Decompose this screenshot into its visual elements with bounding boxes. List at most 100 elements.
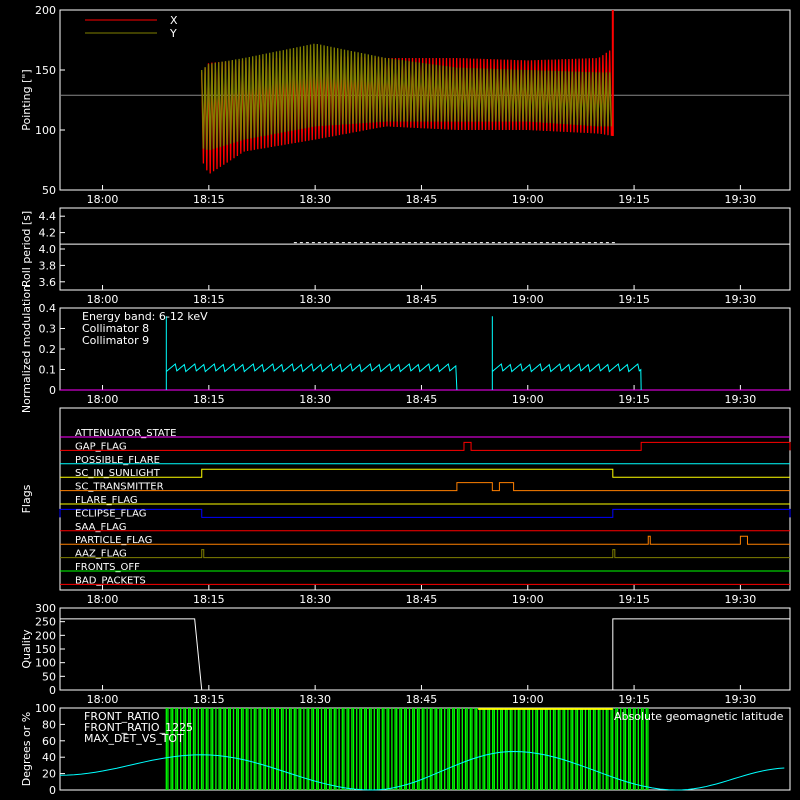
x-tick-label: 18:45: [406, 593, 438, 606]
flag-label: SC_TRANSMITTER: [75, 482, 164, 493]
x-tick-label: 18:15: [193, 393, 225, 406]
flag-label: SAA_FLAG: [75, 522, 126, 533]
x-tick-label: 18:45: [406, 293, 438, 306]
x-tick-label: 19:15: [618, 593, 650, 606]
x-tick-label: 18:15: [193, 293, 225, 306]
flag-label: FRONTS_OFF: [75, 562, 140, 573]
y-tick-label: 3.6: [39, 276, 57, 289]
y-tick-label: 0: [49, 384, 56, 397]
y-axis-label: Degrees or %: [20, 712, 33, 786]
flag-line: [60, 468, 790, 478]
x-tick-label: 19:00: [512, 693, 544, 706]
y-tick-label: 0.2: [39, 343, 57, 356]
legend-label: X: [170, 14, 178, 27]
roll-period-panel: 18:00 18:15 18:30 18:45 19:00 19:15 19:30 Roll …: [20, 207, 791, 306]
flags-panel: 18:00 18:15 18:30 18:45 19:00 19:15 19:30 Flags…: [20, 407, 791, 606]
x-tick-label: 18:30: [299, 293, 331, 306]
degrees-panel: Degrees or %020406080100FRONT_RATIOFRONT…: [20, 702, 791, 797]
legend-label: Absolute geomagnetic latitude: [614, 710, 784, 723]
flag-label: POSSIBLE_FLARE: [75, 455, 160, 466]
y-tick-label: 300: [35, 602, 56, 615]
x-tick-label: 18:00: [87, 393, 119, 406]
flag-label: SC_IN_SUNLIGHT: [75, 468, 161, 479]
y-tick-label: 100: [35, 702, 56, 715]
flag-line: [60, 549, 790, 559]
y-axis-label: Quality: [20, 629, 33, 669]
flag-label: AAZ_FLAG: [75, 549, 127, 560]
flag-line: [60, 441, 791, 451]
y-axis-label: Roll period [s]: [20, 211, 33, 287]
x-tick-label: 18:30: [299, 393, 331, 406]
pointing-panel: 18:00 18:15 18:30 18:45 19:00 19:15 19:30 Point…: [20, 4, 791, 206]
y-tick-label: 0: [49, 784, 56, 797]
flag-line: [59, 508, 791, 518]
flag-label: BAD_PACKETS: [75, 575, 146, 586]
x-tick-label: 19:00: [512, 393, 544, 406]
y-tick-label: 250: [35, 616, 56, 629]
flag-label: ATTENUATOR_STATE: [75, 428, 176, 439]
x-tick-label: 18:00: [87, 593, 119, 606]
x-tick-label: 19:30: [725, 693, 757, 706]
y-tick-label: 0.3: [39, 323, 57, 336]
legend-label: MAX_DET_VS_TOT: [84, 732, 184, 745]
legend-label: Collimator 9: [82, 334, 149, 347]
x-tick-label: 18:15: [193, 693, 225, 706]
x-tick-label: 18:00: [87, 293, 119, 306]
y-tick-label: 0.1: [39, 364, 57, 377]
x-tick-label: 19:30: [725, 193, 757, 206]
x-tick-label: 18:30: [299, 593, 331, 606]
flag-label: PARTICLE_FLAG: [75, 535, 152, 546]
x-tick-label: 18:30: [299, 193, 331, 206]
y-tick-label: 150: [35, 64, 56, 77]
flag-label: GAP_FLAG: [75, 441, 127, 452]
x-tick-label: 18:15: [193, 593, 225, 606]
x-tick-label: 18:00: [87, 193, 119, 206]
y-tick-label: 100: [35, 124, 56, 137]
y-tick-label: 50: [42, 184, 56, 197]
y-axis-label: Flags: [20, 484, 33, 513]
x-tick-label: 19:15: [618, 393, 650, 406]
y-tick-label: 150: [35, 643, 56, 656]
flag-line: [60, 482, 790, 492]
x-tick-label: 19:30: [725, 293, 757, 306]
y-tick-label: 60: [42, 735, 56, 748]
y-tick-label: 40: [42, 751, 56, 764]
y-tick-label: 0: [49, 684, 56, 697]
y-tick-label: 200: [35, 629, 56, 642]
y-axis-label: Normalized modulation: [20, 285, 33, 413]
y-tick-label: 20: [42, 768, 56, 781]
x-tick-label: 18:00: [87, 693, 119, 706]
x-tick-label: 19:15: [618, 293, 650, 306]
x-tick-label: 18:15: [193, 193, 225, 206]
x-tick-label: 18:30: [299, 693, 331, 706]
x-tick-label: 18:45: [406, 193, 438, 206]
x-tick-label: 19:30: [725, 593, 757, 606]
y-tick-label: 80: [42, 718, 56, 731]
y-tick-label: 4.0: [39, 243, 57, 256]
pointing-series-y: [201, 43, 613, 151]
y-tick-label: 4.2: [39, 227, 57, 240]
x-tick-label: 19:15: [618, 193, 650, 206]
x-tick-label: 19:00: [512, 593, 544, 606]
x-tick-label: 18:45: [406, 693, 438, 706]
plot-frame: [59, 207, 791, 291]
y-tick-label: 0.4: [39, 302, 57, 315]
x-tick-label: 19:15: [618, 693, 650, 706]
quality-panel: 18:00 18:15 18:30 18:45 19:00 19:15 19:30 Quali…: [20, 602, 791, 706]
chart-canvas: 18:00 18:15 18:30 18:45 19:00 19:15 19:30 Point…: [20, 4, 791, 797]
x-tick-label: 19:00: [512, 193, 544, 206]
flag-label: FLARE_FLAG: [75, 495, 138, 506]
y-tick-label: 3.8: [39, 259, 57, 272]
legend-label: Y: [169, 27, 177, 40]
y-tick-label: 200: [35, 4, 56, 17]
y-axis-label: Pointing ["]: [20, 69, 33, 130]
plot-frame: [59, 607, 791, 691]
collimator8-segment: [491, 316, 642, 391]
x-tick-label: 18:45: [406, 393, 438, 406]
collimator8-segment: [165, 316, 458, 391]
flag-line: [60, 535, 790, 545]
flag-label: ECLIPSE_FLAG: [75, 508, 146, 519]
quality-line: [60, 618, 790, 691]
y-tick-label: 50: [42, 670, 56, 683]
y-tick-label: 100: [35, 657, 56, 670]
